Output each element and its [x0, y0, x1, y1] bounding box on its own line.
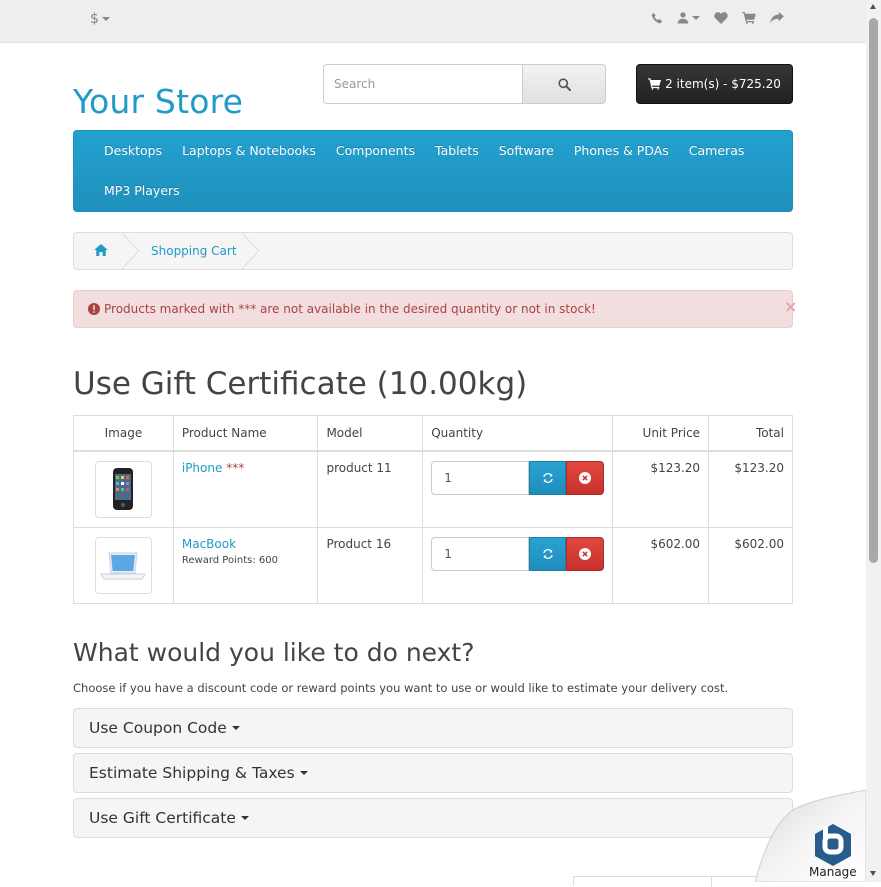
panel-gift-certificate[interactable]: Use Gift Certificate	[73, 798, 793, 838]
caret-down-icon	[692, 15, 700, 20]
store-logo[interactable]: Your Store	[73, 82, 243, 121]
total-cell: $602.00	[708, 526, 793, 604]
menu-item-desktops[interactable]: Desktops	[94, 131, 172, 171]
search-bar	[323, 64, 606, 104]
currency-symbol: $	[90, 11, 99, 27]
quantity-control	[431, 536, 605, 571]
category-menu: Desktops Laptops & Notebooks Components …	[73, 130, 793, 212]
remove-item-button[interactable]	[566, 460, 605, 495]
col-header-quantity: Quantity	[422, 415, 614, 452]
home-icon[interactable]	[94, 244, 108, 259]
panel-title: Use Coupon Code	[89, 719, 227, 737]
panel-title: Use Gift Certificate	[89, 809, 236, 827]
user-icon	[677, 12, 689, 24]
scroll-up-arrow-icon[interactable]	[870, 4, 876, 9]
times-circle-icon	[579, 547, 592, 560]
refresh-icon	[542, 472, 553, 483]
cart-total-button[interactable]: 2 item(s) - $725.20	[636, 64, 793, 104]
scrollbar-thumb[interactable]	[869, 18, 878, 563]
exclamation-circle-icon	[88, 303, 100, 315]
menu-item-tablets[interactable]: Tablets	[425, 131, 489, 171]
top-links	[651, 11, 784, 24]
alert-message: Products marked with *** are not availab…	[104, 302, 596, 316]
model-cell: Product 16	[317, 526, 424, 604]
caret-down-icon	[240, 816, 249, 820]
caret-down-icon	[231, 726, 240, 730]
update-quantity-button[interactable]	[529, 460, 567, 495]
col-header-model: Model	[317, 415, 424, 452]
shopping-cart-icon	[648, 78, 662, 90]
table-row: iPhone *** product 11 $123.20 $123.20	[73, 450, 793, 528]
product-link-macbook[interactable]: MacBook	[182, 537, 236, 551]
menu-item-phones[interactable]: Phones & PDAs	[564, 131, 679, 171]
next-steps-heading: What would you like to do next?	[73, 638, 475, 667]
quantity-control	[431, 460, 605, 495]
menu-item-cameras[interactable]: Cameras	[679, 131, 755, 171]
scroll-down-arrow-icon[interactable]	[870, 871, 876, 876]
search-icon	[557, 77, 571, 91]
col-header-total: Total	[708, 415, 793, 452]
product-thumbnail-macbook[interactable]	[94, 536, 152, 594]
breadcrumb-shopping-cart[interactable]: Shopping Cart	[151, 244, 237, 258]
search-button[interactable]	[522, 64, 606, 104]
alert-close-button[interactable]: ×	[784, 297, 797, 316]
account-dropdown[interactable]	[677, 11, 700, 24]
col-header-product-name: Product Name	[172, 415, 319, 452]
page-title: Use Gift Certificate (10.00kg)	[73, 366, 528, 402]
menu-item-software[interactable]: Software	[489, 131, 564, 171]
col-header-image: Image	[73, 415, 174, 452]
update-quantity-button[interactable]	[529, 536, 567, 571]
product-thumbnail-iphone[interactable]	[94, 460, 152, 518]
total-cell: $123.20	[708, 450, 793, 528]
breadcrumb-separator	[121, 232, 140, 270]
breadcrumb-separator	[241, 232, 260, 270]
table-row: MacBook Reward Points: 600 Product 16 $6…	[73, 526, 793, 604]
quantity-input[interactable]	[431, 460, 530, 495]
reward-points: Reward Points: 600	[181, 554, 278, 566]
stock-warning-alert: Products marked with *** are not availab…	[73, 290, 793, 328]
panel-title: Estimate Shipping & Taxes	[89, 764, 295, 782]
times-circle-icon	[579, 471, 592, 484]
remove-item-button[interactable]	[566, 536, 605, 571]
heart-icon[interactable]	[714, 11, 728, 24]
out-of-stock-marker: ***	[226, 460, 245, 475]
phone-icon[interactable]	[651, 12, 663, 24]
menu-item-laptops[interactable]: Laptops & Notebooks	[172, 131, 326, 171]
panel-coupon-code[interactable]: Use Coupon Code	[73, 708, 793, 748]
product-link-iphone[interactable]: iPhone	[182, 461, 223, 475]
share-icon[interactable]	[770, 11, 784, 24]
cart-total-label: 2 item(s) - $725.20	[665, 77, 781, 91]
shopping-cart-icon[interactable]	[742, 11, 756, 24]
unit-price-cell: $123.20	[612, 450, 710, 528]
manage-label[interactable]: Manage	[809, 865, 857, 879]
refresh-icon	[542, 548, 553, 559]
top-bar: $	[0, 0, 866, 43]
caret-down-icon	[299, 771, 308, 775]
next-steps-description: Choose if you have a discount code or re…	[73, 681, 729, 695]
menu-item-mp3-players[interactable]: MP3 Players	[94, 171, 190, 211]
scrollbar[interactable]	[866, 0, 881, 882]
cart-table: Image Product Name Model Quantity Unit P…	[73, 415, 793, 604]
breadcrumb: Shopping Cart	[73, 232, 793, 270]
col-header-unit-price: Unit Price	[612, 415, 710, 452]
caret-down-icon	[101, 17, 110, 21]
panel-estimate-shipping[interactable]: Estimate Shipping & Taxes	[73, 753, 793, 793]
quantity-input[interactable]	[431, 536, 530, 571]
unit-price-cell: $602.00	[612, 526, 710, 604]
model-cell: product 11	[317, 450, 424, 528]
currency-dropdown[interactable]: $	[90, 11, 110, 27]
menu-item-components[interactable]: Components	[326, 131, 425, 171]
search-input[interactable]	[323, 64, 522, 104]
